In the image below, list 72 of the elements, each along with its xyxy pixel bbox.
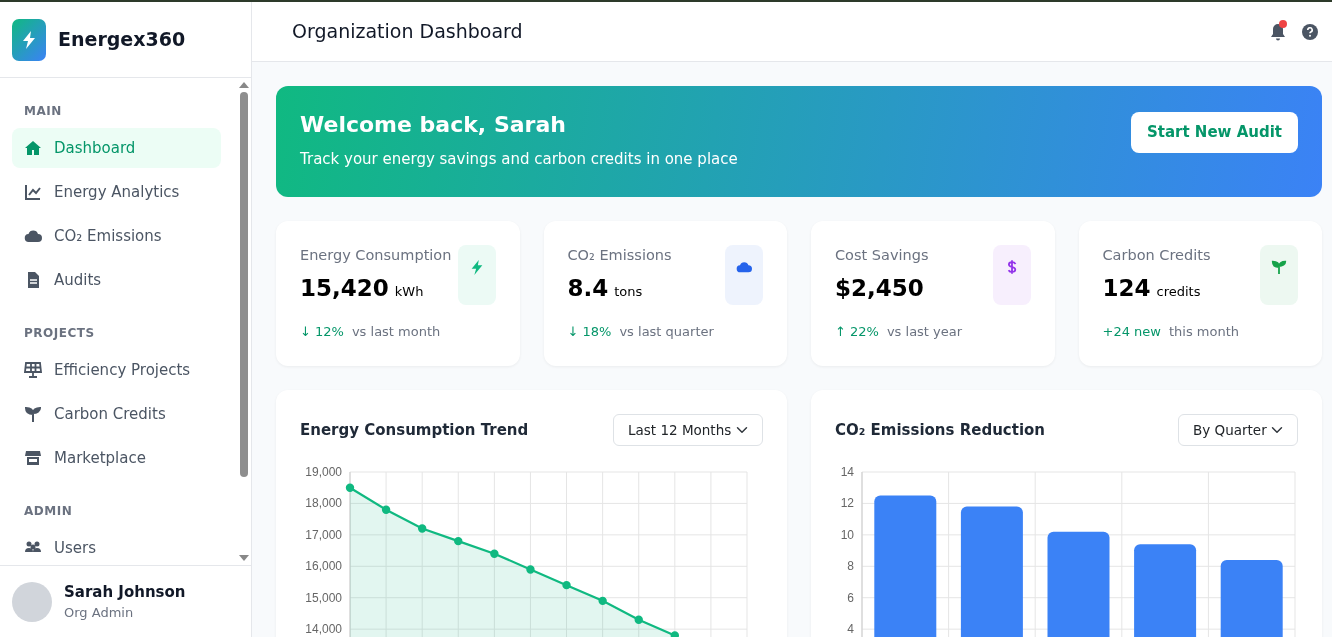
home-icon bbox=[24, 139, 42, 157]
welcome-title: Welcome back, Sarah bbox=[300, 112, 567, 139]
avatar bbox=[12, 581, 52, 622]
y-tick-label: 17,000 bbox=[305, 528, 343, 542]
point bbox=[381, 505, 391, 515]
section-heading: MAIN bbox=[23, 103, 63, 120]
user-name: Sarah Johnson bbox=[64, 581, 186, 603]
section-heading: ADMIN bbox=[23, 503, 74, 520]
y-tick-label: 15,000 bbox=[305, 590, 343, 605]
point bbox=[345, 483, 355, 493]
change-note: this month bbox=[1168, 323, 1239, 342]
point bbox=[490, 549, 499, 559]
stat-value: $2,450 bbox=[835, 273, 924, 303]
stat-value: 124 bbox=[1102, 273, 1151, 303]
nav-item[interactable]: Efficiency Projects bbox=[12, 350, 221, 390]
stat-label: Energy Consumption bbox=[300, 245, 452, 265]
stat-label: Carbon Credits bbox=[1102, 245, 1211, 265]
help-icon[interactable] bbox=[1302, 23, 1318, 40]
welcome-subtitle: Track your energy savings and carbon credits in one place bbox=[300, 149, 738, 171]
y-tick-label: 12 bbox=[840, 496, 855, 511]
stat-label: CO₂ Emissions bbox=[567, 245, 672, 265]
point bbox=[526, 565, 535, 574]
logo-icon bbox=[12, 18, 46, 61]
brand-name: Energex360 bbox=[58, 27, 186, 53]
stat-value: 15,420 bbox=[300, 273, 389, 303]
y-tick-label: 8 bbox=[847, 559, 855, 574]
point bbox=[417, 524, 427, 533]
chart-title: CO₂ Emissions Reduction bbox=[835, 421, 1046, 439]
stat-unit: credits bbox=[1156, 282, 1201, 301]
section-heading: PROJECTS bbox=[23, 325, 96, 342]
stat-label: Cost Savings bbox=[835, 245, 929, 265]
point bbox=[598, 596, 607, 606]
user-role: Org Admin bbox=[64, 604, 135, 622]
y-tick-label: 18,000 bbox=[305, 496, 343, 511]
stat-unit: tons bbox=[614, 282, 643, 301]
change-value: ↓ 18% bbox=[567, 323, 612, 342]
change-note: vs last quarter bbox=[619, 323, 714, 342]
period-select[interactable]: By Quarter bbox=[1178, 413, 1298, 447]
nav-item[interactable]: Energy Analytics bbox=[12, 172, 221, 212]
chart-title: Energy Consumption Trend bbox=[300, 421, 529, 439]
nav-item[interactable]: CO₂ Emissions bbox=[12, 216, 221, 256]
nav-item[interactable]: Users bbox=[12, 528, 221, 565]
y-tick-label: 4 bbox=[847, 622, 855, 637]
page-title: Organization Dashboard bbox=[292, 20, 523, 43]
y-tick-label: 14 bbox=[840, 465, 855, 480]
point bbox=[454, 537, 463, 546]
nav-item[interactable]: Marketplace bbox=[12, 438, 221, 478]
stat-value: 8.4 bbox=[567, 273, 609, 303]
line-chart-icon bbox=[24, 183, 42, 201]
y-tick-label: 14,000 bbox=[305, 622, 343, 637]
start-audit-button[interactable]: Start New Audit bbox=[1130, 112, 1298, 153]
y-tick-label: 19,000 bbox=[305, 465, 343, 480]
change-note: vs last year bbox=[886, 323, 963, 342]
y-axis: 4 6 8 10 12 14 bbox=[840, 465, 863, 637]
solar-panel-icon bbox=[24, 361, 42, 379]
nav-item[interactable]: Audits bbox=[12, 260, 221, 300]
notification-bell-icon[interactable] bbox=[1270, 22, 1286, 41]
change-value: ↓ 12% bbox=[300, 323, 344, 342]
nav-item[interactable]: Carbon Credits bbox=[12, 394, 221, 434]
change-note: vs last month bbox=[351, 323, 441, 342]
y-tick-label: 16,000 bbox=[305, 559, 343, 574]
sprout-icon bbox=[24, 405, 42, 423]
period-select[interactable]: Last 12 Months bbox=[613, 413, 763, 447]
store-icon bbox=[24, 449, 42, 467]
change-value: ↑ 22% bbox=[835, 323, 879, 342]
change-value: +24 new bbox=[1102, 323, 1161, 342]
y-tick-label: 6 bbox=[847, 590, 855, 605]
y-tick-label: 10 bbox=[840, 528, 855, 542]
point bbox=[634, 615, 643, 625]
point bbox=[562, 581, 571, 590]
nav-item[interactable]: Dashboard bbox=[12, 128, 221, 168]
stat-unit: kWh bbox=[394, 282, 424, 301]
